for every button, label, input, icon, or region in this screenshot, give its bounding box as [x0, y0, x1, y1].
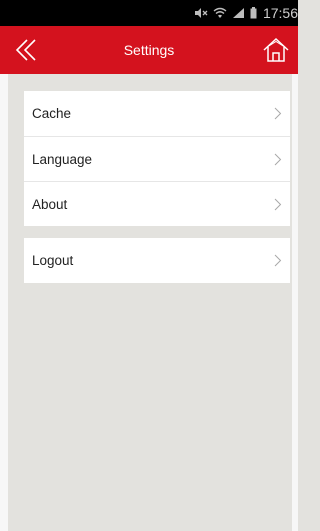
home-icon[interactable] — [262, 36, 290, 64]
settings-item-about[interactable]: About — [24, 181, 290, 226]
settings-item-label: Cache — [32, 106, 72, 121]
settings-group-account: Logout — [24, 238, 290, 283]
chevron-right-icon — [274, 107, 282, 120]
wifi-icon — [213, 7, 227, 18]
settings-item-language[interactable]: Language — [24, 136, 290, 181]
settings-item-cache[interactable]: Cache — [24, 91, 290, 136]
settings-item-logout[interactable]: Logout — [24, 238, 290, 283]
status-icons — [194, 7, 257, 19]
top-bar: Settings — [0, 26, 298, 74]
app-screen: 17:56 Settings Cache Language About Logo… — [0, 0, 298, 531]
chevron-right-icon — [274, 153, 282, 166]
settings-item-label: About — [32, 196, 68, 212]
clock: 17:56 — [262, 5, 298, 21]
chevron-right-icon — [274, 254, 282, 267]
mute-icon — [194, 8, 208, 18]
settings-item-label: Language — [32, 151, 93, 167]
chevron-right-icon — [274, 198, 282, 211]
page-title: Settings — [123, 42, 175, 58]
status-bar: 17:56 — [0, 0, 298, 26]
settings-item-label: Logout — [32, 253, 74, 268]
back-icon[interactable] — [14, 38, 42, 62]
settings-group-general: Cache Language About — [24, 91, 290, 226]
signal-icon — [232, 8, 244, 18]
battery-icon — [250, 7, 257, 19]
